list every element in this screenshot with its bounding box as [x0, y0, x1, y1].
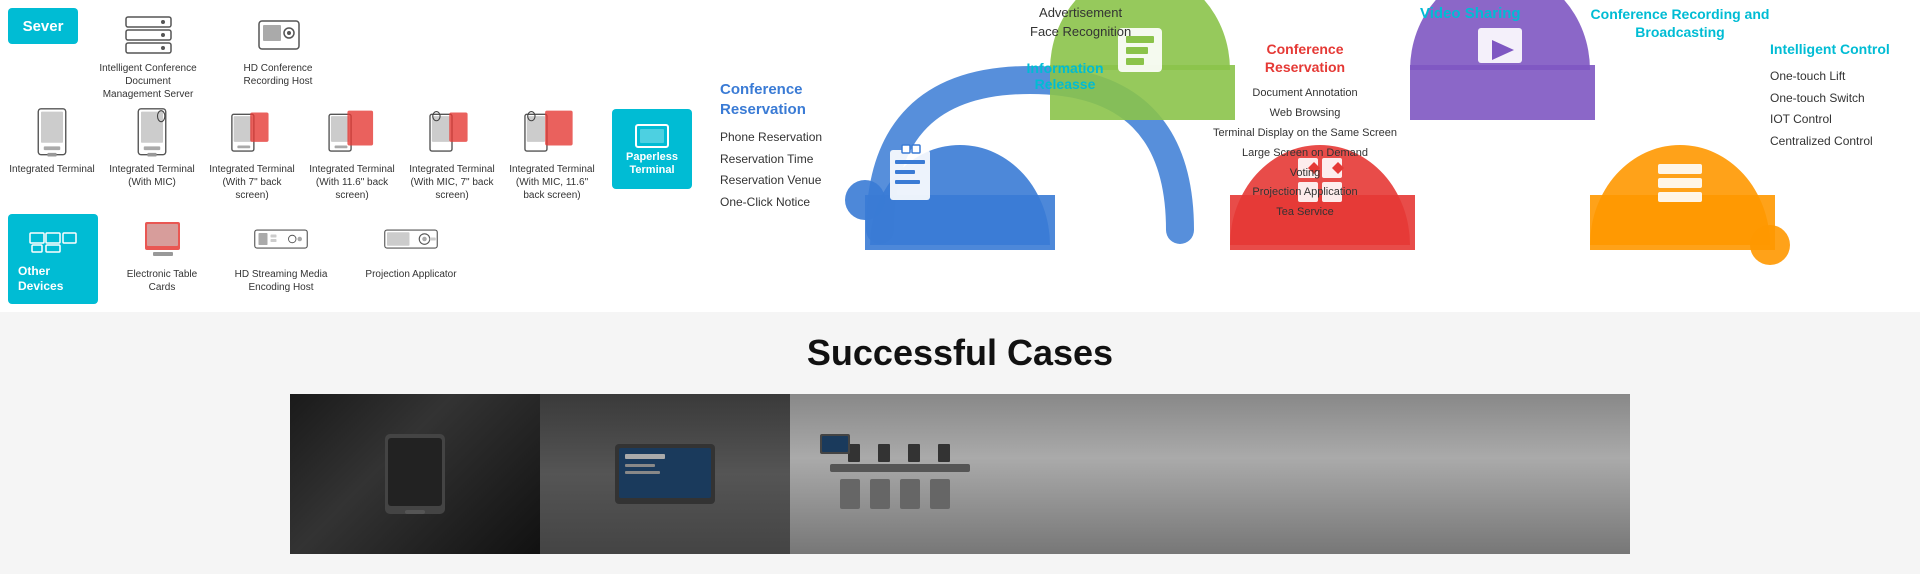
- paperless-label: Paperless Terminal: [618, 151, 686, 177]
- video-sharing-title: Video Sharing: [1420, 5, 1521, 22]
- stream-host-icon: [251, 214, 311, 264]
- terminal-label-6: Integrated Terminal (With MIC, 11.6" bac…: [508, 163, 596, 202]
- server-badge: Sever: [8, 8, 78, 44]
- case-image-1: [290, 394, 540, 554]
- conf-recording-title: Conference Recording and Broadcasting: [1580, 5, 1780, 41]
- terminal-2: Integrated Terminal (With MIC): [108, 109, 196, 189]
- server-icon-2: [248, 8, 308, 58]
- terminal-icon-3: [222, 109, 282, 159]
- case-image-2: [540, 394, 790, 554]
- terminal-3: Integrated Terminal (With 7" back screen…: [208, 109, 296, 202]
- server-label-2: HD Conference Recording Host: [228, 62, 328, 88]
- server-row: Sever Intell: [8, 8, 702, 101]
- table-card-icon: [132, 214, 192, 264]
- terminal-icon-4: [322, 109, 382, 159]
- other-label-1: Electronic Table Cards: [118, 268, 206, 294]
- other-item-3: Projection Applicator: [356, 214, 466, 281]
- projector-icon: [381, 214, 441, 264]
- terminal-icon-5: [422, 109, 482, 159]
- terminal-4: Integrated Terminal (With 11.6" back scr…: [308, 109, 396, 202]
- terminal-label-1: Integrated Terminal: [9, 163, 94, 176]
- server-icon-1: [118, 8, 178, 58]
- server-item-2: HD Conference Recording Host: [228, 8, 328, 101]
- paperless-box: Paperless Terminal: [612, 109, 692, 189]
- terminal-1: Integrated Terminal: [8, 109, 96, 176]
- other-devices-row: Other Devices Electronic Table Cards: [8, 214, 702, 304]
- other-label-3: Projection Applicator: [365, 268, 456, 281]
- server-label-1: Intelligent Conference Document Manageme…: [98, 62, 198, 101]
- cases-images: [0, 394, 1920, 554]
- terminal-icon-1: [22, 109, 82, 159]
- other-items: Electronic Table Cards H: [118, 214, 466, 304]
- conf-res-right-items: Document Annotation Web Browsing Termina…: [1200, 84, 1410, 223]
- conf-res-right: ConferenceReservation Document Annotatio…: [1200, 40, 1410, 223]
- case-image-3: [790, 394, 1630, 554]
- conf-res-left: Conference Reservation Phone Reservation…: [720, 80, 875, 213]
- terminal-5: Integrated Terminal (With MIC, 7" back s…: [408, 109, 496, 202]
- intel-control-area: Intelligent Control One-touch Lift One-t…: [1770, 40, 1915, 153]
- successful-cases-title: Successful Cases: [0, 332, 1920, 374]
- terminals-row: Integrated Terminal Integrated Terminal …: [8, 109, 702, 202]
- terminal-label-3: Integrated Terminal (With 7" back screen…: [208, 163, 296, 202]
- conf-res-title: Conference Reservation: [720, 80, 875, 119]
- intel-control-title: Intelligent Control: [1770, 40, 1915, 58]
- server-item-1: Intelligent Conference Document Manageme…: [98, 8, 198, 101]
- server-items: Intelligent Conference Document Manageme…: [98, 8, 328, 101]
- other-item-2: HD Streaming Media Encoding Host: [226, 214, 336, 294]
- advert-area: Advertisement Face Recognition: [1030, 5, 1131, 39]
- bottom-section: Successful Cases: [0, 312, 1920, 574]
- terminal-icon-6: [522, 109, 582, 159]
- terminal-7-paperless: Paperless Terminal: [608, 109, 696, 189]
- advertisement-text: Advertisement: [1030, 5, 1131, 20]
- terminal-label-5: Integrated Terminal (With MIC, 7" back s…: [408, 163, 496, 202]
- info-release-label: Information Releasse: [1005, 60, 1125, 92]
- video-sharing-area: Video Sharing: [1420, 5, 1521, 22]
- other-devices-badge: Other Devices: [8, 214, 98, 304]
- face-recognition-text: Face Recognition: [1030, 24, 1131, 39]
- right-panel: Conference Reservation Phone Reservation…: [710, 0, 1920, 312]
- conf-recording-area: Conference Recording and Broadcasting: [1580, 5, 1780, 41]
- terminal-icon-2: [122, 109, 182, 159]
- terminal-label-4: Integrated Terminal (With 11.6" back scr…: [308, 163, 396, 202]
- intel-control-items: One-touch Lift One-touch Switch IOT Cont…: [1770, 66, 1915, 152]
- conf-res-right-title: ConferenceReservation: [1200, 40, 1410, 76]
- terminal-6: Integrated Terminal (With MIC, 11.6" bac…: [508, 109, 596, 202]
- other-devices-label: Other Devices: [18, 264, 88, 293]
- conf-res-items: Phone Reservation Reservation Time Reser…: [720, 127, 875, 213]
- top-section: Sever Intell: [0, 0, 1920, 312]
- info-release-title: Information Releasse: [1005, 60, 1125, 92]
- terminal-label-2: Integrated Terminal (With MIC): [108, 163, 196, 189]
- other-item-1: Electronic Table Cards: [118, 214, 206, 294]
- other-label-2: HD Streaming Media Encoding Host: [226, 268, 336, 294]
- left-panel: Sever Intell: [0, 0, 710, 312]
